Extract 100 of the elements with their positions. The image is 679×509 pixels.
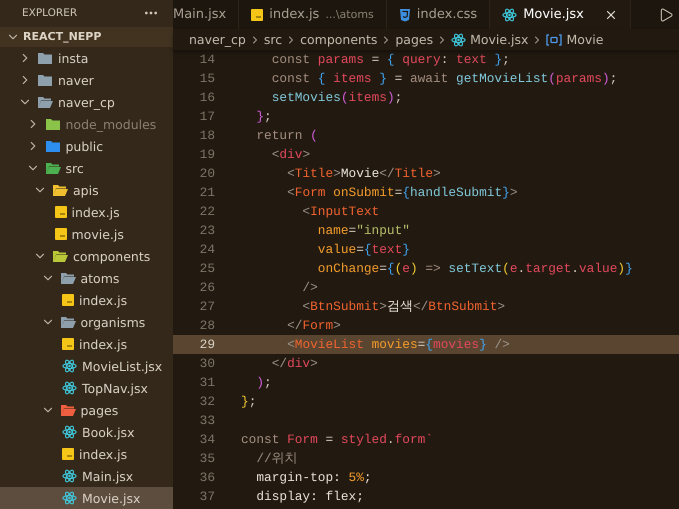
breadcrumb[interactable]: pages <box>395 32 434 47</box>
code-line: //위치 <box>255 450 298 467</box>
code-line: value={text} <box>316 242 410 257</box>
breadcrumb[interactable]: Movie.jsx <box>451 32 528 47</box>
react-atom-icon <box>451 32 466 46</box>
file-item[interactable]: index.js <box>0 201 173 223</box>
js-file-icon <box>54 206 66 218</box>
line-number: 37 <box>198 489 215 504</box>
code-line: }; <box>255 109 272 124</box>
js-file-icon <box>62 338 74 350</box>
folder-icon <box>37 96 53 108</box>
line-number: 32 <box>198 394 215 409</box>
line-number: 35 <box>198 451 215 466</box>
react-atom-icon <box>62 381 77 395</box>
line-number: 17 <box>198 109 215 124</box>
file-item[interactable]: TopNav.jsx <box>0 377 173 399</box>
line-number: 26 <box>198 280 215 295</box>
css-file-icon <box>398 8 411 22</box>
file-item[interactable]: index.js <box>0 333 173 355</box>
line-number: 34 <box>198 432 215 447</box>
line-number: 25 <box>198 261 215 276</box>
workspace-root[interactable]: REACT_NEPP <box>0 26 173 47</box>
code-line: <MovieList movies={movies} /> <box>286 337 510 352</box>
line-number: 16 <box>198 90 215 105</box>
folder-icon <box>37 74 53 86</box>
code-line: <Title>Movie</Title> <box>286 166 441 181</box>
breadcrumb[interactable]: Movie <box>546 32 604 47</box>
line-number: 33 <box>198 413 215 428</box>
code-line: }; <box>241 394 256 409</box>
code-line: </div> <box>270 356 318 371</box>
breadcrumb[interactable]: src <box>264 32 282 47</box>
folder-icon <box>44 118 60 130</box>
folder-icon <box>60 404 76 416</box>
code-line: const params = { query: text }; <box>270 52 510 67</box>
line-number: 22 <box>198 204 215 219</box>
code-line: name="input" <box>316 223 410 238</box>
file-item[interactable]: Movie.jsx <box>0 487 173 509</box>
folder-icon <box>44 162 60 174</box>
line-number: 21 <box>198 185 215 200</box>
file-item[interactable]: index.js <box>0 443 173 465</box>
line-number: 31 <box>198 375 215 390</box>
code-line: margin-top: 5%; <box>255 470 372 485</box>
file-item[interactable]: Main.jsx <box>0 465 173 487</box>
folder-item[interactable]: node_modules <box>0 113 173 135</box>
editor-tab[interactable]: Main.jsx <box>173 0 240 29</box>
line-number: 24 <box>198 242 215 257</box>
folder-icon <box>52 184 68 196</box>
line-number: 30 <box>198 356 215 371</box>
code-line: onChange={(e) => setText(e.target.value)} <box>316 261 633 276</box>
line-number: 20 <box>198 166 215 181</box>
js-file-icon <box>251 8 264 20</box>
react-atom-icon <box>62 359 77 373</box>
folder-item[interactable]: pages <box>0 399 173 421</box>
folder-item[interactable]: naver_cp <box>0 91 173 113</box>
file-item[interactable]: MovieList.jsx <box>0 355 173 377</box>
folder-icon <box>52 250 68 262</box>
folder-item[interactable]: naver <box>0 69 173 91</box>
folder-item[interactable]: atoms <box>0 267 173 289</box>
folder-item[interactable]: organisms <box>0 311 173 333</box>
js-file-icon <box>62 294 74 306</box>
code-line: return ( <box>255 128 318 143</box>
editor-tab[interactable]: Movie.jsx <box>490 0 631 29</box>
code-line: /> <box>301 280 318 295</box>
folder-icon <box>60 316 76 328</box>
explorer-title: EXPLORER <box>22 7 78 20</box>
code-line: display: flex; <box>255 489 364 504</box>
line-number: 19 <box>198 147 215 162</box>
folder-icon <box>44 140 60 152</box>
line-number: 36 <box>198 470 215 485</box>
breadcrumb[interactable]: components <box>300 32 378 47</box>
line-number: 14 <box>198 52 215 67</box>
react-atom-icon <box>62 469 77 483</box>
js-file-icon <box>54 228 66 240</box>
code-line: ); <box>255 375 272 390</box>
code-line: <div> <box>270 147 310 162</box>
line-number: 28 <box>198 318 215 333</box>
folder-item[interactable]: components <box>0 245 173 267</box>
react-atom-icon <box>502 8 518 22</box>
line-number: 29 <box>198 337 215 352</box>
line-number: 15 <box>198 71 215 86</box>
code-line: const { items } = await getMovieList(params); <box>270 71 618 86</box>
code-line: </Form> <box>286 318 341 333</box>
code-line: <BtnSubmit>검색</BtnSubmit> <box>301 298 506 315</box>
line-number: 23 <box>198 223 215 238</box>
folder-item[interactable]: apis <box>0 179 173 201</box>
folder-icon <box>60 272 76 284</box>
js-file-icon <box>62 448 74 460</box>
react-atom-icon <box>62 491 77 505</box>
line-number: 18 <box>198 128 215 143</box>
breadcrumb[interactable]: naver_cp <box>189 32 246 47</box>
folder-icon <box>37 52 53 64</box>
file-item[interactable]: index.js <box>0 289 173 311</box>
file-item[interactable]: movie.js <box>0 223 173 245</box>
symbol-icon <box>546 34 562 46</box>
folder-item[interactable]: insta <box>0 47 173 69</box>
react-atom-icon <box>62 425 77 439</box>
line-number: 27 <box>198 299 215 314</box>
folder-item[interactable]: public <box>0 135 173 157</box>
folder-item[interactable]: src <box>0 157 173 179</box>
file-item[interactable]: Book.jsx <box>0 421 173 443</box>
